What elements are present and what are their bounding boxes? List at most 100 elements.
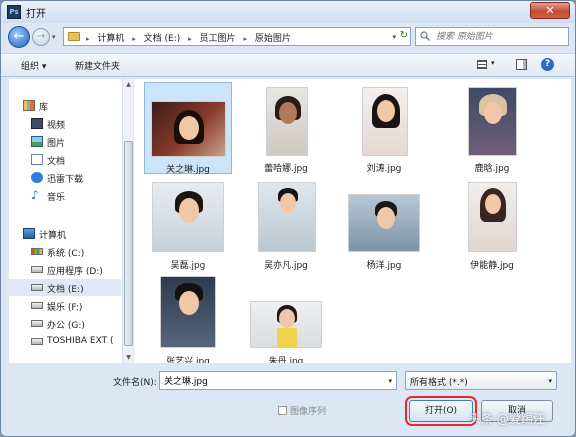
filename-combobox[interactable]: ▾ <box>159 371 397 390</box>
sidebar-item-thunder-downloads[interactable]: 迅雷下载 <box>9 169 121 186</box>
document-icon <box>31 154 43 165</box>
music-icon: ♪ <box>31 188 39 202</box>
file-item[interactable]: 吴亦凡.jpg <box>242 179 330 271</box>
file-name: 刘涛.jpg <box>366 164 402 174</box>
scroll-down-icon[interactable]: ▼ <box>124 354 133 361</box>
file-name: 吴亦凡.jpg <box>264 261 308 271</box>
open-dialog: Ps 打开 ✕ ← → ▾ ▸ 计算机 ▸ 文档 (E:) ▸ 员工图片 ▸ 原… <box>0 0 576 437</box>
file-name: 伊能静.jpg <box>470 261 514 271</box>
sidebar-item-drive-e[interactable]: 文档 (E:) <box>9 279 121 296</box>
photoshop-icon: Ps <box>7 5 21 19</box>
file-item[interactable]: 杨洋.jpg <box>340 179 428 271</box>
sidebar-item-music[interactable]: ♪ 音乐 <box>9 187 121 204</box>
sidebar-item-toshiba-ext[interactable]: TOSHIBA EXT ( <box>9 333 121 350</box>
search-input[interactable] <box>436 30 564 43</box>
breadcrumb-separator-icon: ▸ <box>188 35 192 43</box>
sidebar-item-documents[interactable]: 文档 <box>9 151 121 168</box>
sidebar-item-label: 音乐 <box>47 193 66 203</box>
thumbnail <box>258 182 316 252</box>
address-bar[interactable]: ▸ 计算机 ▸ 文档 (E:) ▸ 员工图片 ▸ 原始图片 ▾ ↻ <box>63 27 411 46</box>
thumbnail <box>151 101 226 157</box>
breadcrumb-separator-icon: ▸ <box>86 35 90 43</box>
sidebar-item-label: 文档 (E:) <box>47 285 84 295</box>
thumbnail-face <box>485 194 501 214</box>
change-view-button[interactable]: ▾ <box>475 58 501 73</box>
sidebar-item-video[interactable]: 视频 <box>9 115 121 132</box>
sidebar-item-library[interactable]: 库 <box>9 97 121 114</box>
file-name: 杨洋.jpg <box>366 261 402 271</box>
video-icon <box>31 118 43 129</box>
file-item[interactable]: 朱丹.jpg <box>242 275 330 367</box>
library-icon <box>23 100 35 111</box>
address-dropdown-icon[interactable]: ▾ <box>392 33 396 41</box>
scroll-up-icon[interactable]: ▲ <box>124 81 133 88</box>
help-icon: ? <box>541 58 554 71</box>
refresh-icon[interactable]: ↻ <box>400 30 408 41</box>
breadcrumb-original-pictures[interactable]: 原始图片 <box>255 34 291 44</box>
back-button[interactable]: ← <box>8 26 30 48</box>
sidebar-item-label: 计算机 <box>39 231 67 241</box>
sidebar-item-drive-f[interactable]: 娱乐 (F:) <box>9 297 121 314</box>
thumbnail <box>160 276 216 348</box>
filename-input[interactable] <box>164 374 374 387</box>
breadcrumb-drive-e[interactable]: 文档 (E:) <box>144 34 181 44</box>
sidebar-item-drive-c[interactable]: 系统 (C:) <box>9 243 121 260</box>
sidebar-item-drive-d[interactable]: 应用程序 (D:) <box>9 261 121 278</box>
sidebar-item-pictures[interactable]: 图片 <box>9 133 121 150</box>
thumbnail <box>250 301 322 348</box>
thumbnail-dress <box>277 328 297 348</box>
file-item[interactable]: 鹿晗.jpg <box>448 82 536 174</box>
sidebar-item-drive-g[interactable]: 办公 (G:) <box>9 315 121 332</box>
chevron-down-icon: ▾ <box>548 377 552 385</box>
sidebar-item-label: 视频 <box>47 121 66 131</box>
breadcrumb-computer[interactable]: 计算机 <box>97 34 124 44</box>
search-box[interactable] <box>415 27 569 46</box>
drive-icon <box>31 266 43 273</box>
file-type-select[interactable]: 所有格式 (*.*) ▾ <box>405 371 557 390</box>
computer-icon <box>23 228 35 239</box>
image-sequence-checkbox[interactable] <box>278 406 287 415</box>
file-item[interactable]: 吴磊.jpg <box>144 179 232 271</box>
file-name: 鹿晗.jpg <box>474 164 510 174</box>
file-item[interactable]: 蕾哈娜.jpg <box>242 82 330 174</box>
recent-locations-dropdown[interactable]: ▾ <box>52 33 56 41</box>
thumbnail-face <box>484 102 502 124</box>
scrollbar-thumb[interactable] <box>124 141 133 346</box>
file-item[interactable]: 张艺兴.jpg <box>144 275 232 367</box>
sidebar-item-label: 应用程序 (D:) <box>47 267 103 277</box>
file-name: 蕾哈娜.jpg <box>264 164 308 174</box>
title-bar: Ps 打开 ✕ <box>1 1 575 23</box>
thumbnail <box>152 182 224 252</box>
file-item[interactable]: 刘涛.jpg <box>340 82 428 174</box>
thumbnail <box>468 87 517 156</box>
thumbnail-face <box>179 291 199 315</box>
thumbnail <box>266 87 308 156</box>
view-grid-icon <box>477 60 487 69</box>
chevron-down-icon[interactable]: ▾ <box>388 377 392 385</box>
sidebar-item-label: 库 <box>39 103 49 113</box>
picture-icon <box>31 136 43 147</box>
thumbnail-face <box>377 100 395 122</box>
file-item[interactable]: 关之琳.jpg <box>144 82 232 175</box>
help-button[interactable]: ? <box>541 58 556 73</box>
file-name: 吴磊.jpg <box>170 261 206 271</box>
thumbnail <box>348 194 420 252</box>
file-name: 关之琳.jpg <box>166 165 210 175</box>
folder-icon <box>68 32 80 41</box>
new-folder-button[interactable]: 新建文件夹 <box>75 59 120 72</box>
open-button[interactable]: 打开(O) <box>405 396 477 426</box>
filename-label: 文件名(N): <box>113 378 157 388</box>
sidebar-item-computer[interactable]: 计算机 <box>9 225 121 242</box>
file-item[interactable]: 伊能静.jpg <box>448 179 536 271</box>
close-button[interactable]: ✕ <box>530 2 570 19</box>
preview-pane-button[interactable] <box>515 58 529 73</box>
breadcrumb-staff-pictures[interactable]: 员工图片 <box>200 34 236 44</box>
navigation-bar: ← → ▾ ▸ 计算机 ▸ 文档 (E:) ▸ 员工图片 ▸ 原始图片 ▾ ↻ <box>1 23 575 51</box>
sidebar-scrollbar[interactable]: ▲ ▼ <box>122 79 133 363</box>
image-sequence-option[interactable]: 图像序列 <box>278 404 326 417</box>
forward-button[interactable]: → <box>32 28 50 46</box>
command-bar: 组织 ▾ 新建文件夹 ▾ ? <box>1 53 575 77</box>
thumbnail-face <box>179 198 199 223</box>
thumbnail <box>468 182 517 252</box>
organize-menu[interactable]: 组织 ▾ <box>21 59 46 72</box>
